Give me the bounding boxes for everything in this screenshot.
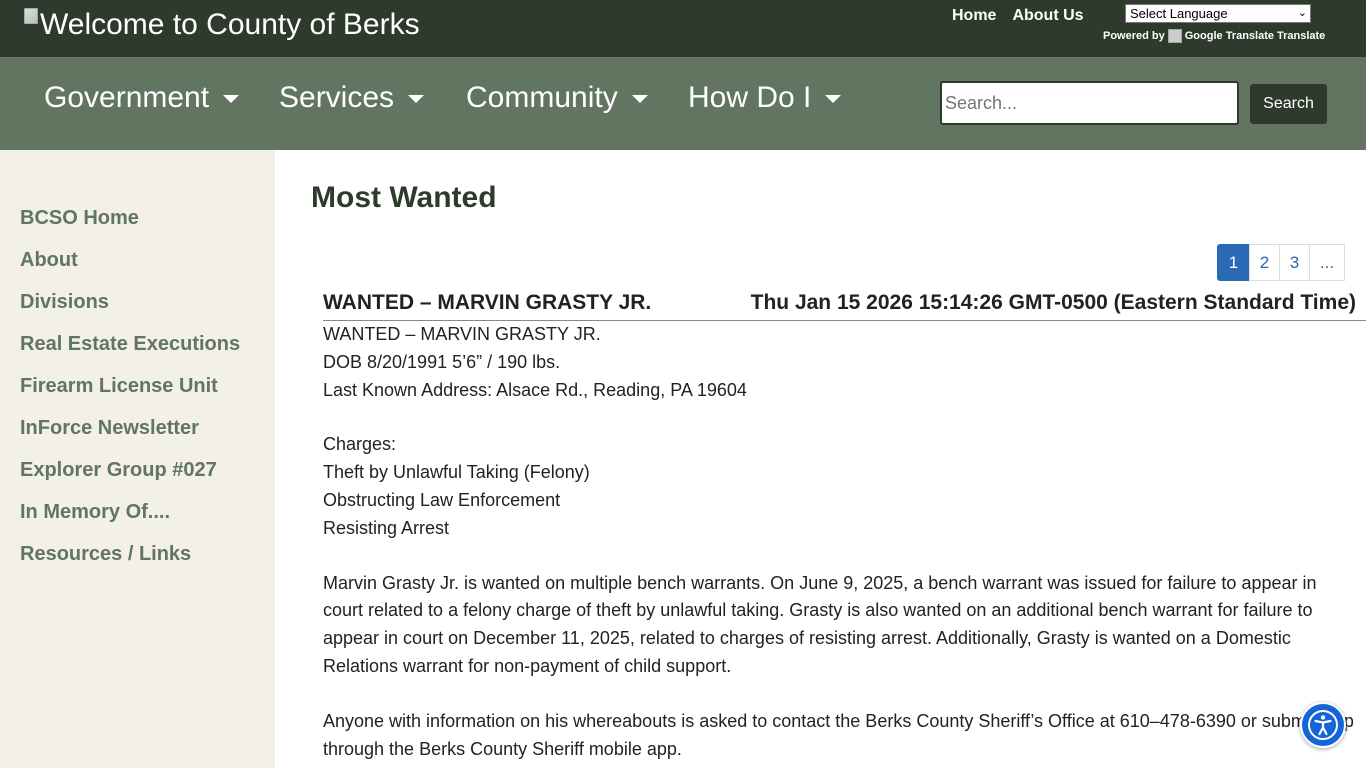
page-2-button[interactable]: 2 bbox=[1249, 244, 1280, 281]
sidebar-item-resources-links[interactable]: Resources / Links bbox=[20, 543, 191, 566]
language-select[interactable]: Select Language ⌄ bbox=[1125, 4, 1311, 23]
nav-how-do-i[interactable]: How Do I bbox=[688, 81, 842, 115]
post-header: WANTED – MARVIN GRASTY JR. Thu Jan 15 20… bbox=[323, 290, 1366, 321]
sidebar-item-bcso-home[interactable]: BCSO Home bbox=[20, 207, 139, 230]
page-more-button[interactable]: ... bbox=[1309, 244, 1345, 281]
google-logo-icon bbox=[1167, 29, 1182, 43]
google-translate-attribution: Powered by Google Translate Translate bbox=[1103, 29, 1325, 43]
nav-government[interactable]: Government bbox=[44, 81, 240, 115]
home-link[interactable]: Home bbox=[952, 7, 996, 25]
accessibility-person-icon bbox=[1308, 710, 1338, 740]
caret-down-icon bbox=[631, 95, 648, 103]
accessibility-button[interactable] bbox=[1300, 702, 1346, 748]
sidebar: BCSO Home About Divisions Real Estate Ex… bbox=[0, 150, 275, 768]
nav-label: Services bbox=[279, 81, 395, 114]
charge-item: Resisting Arrest bbox=[323, 517, 450, 538]
post-paragraph: Marvin Grasty Jr. is wanted on multiple … bbox=[323, 572, 1317, 676]
sidebar-item-firearm-license-unit[interactable]: Firearm License Unit bbox=[20, 375, 218, 398]
page-title: Most Wanted bbox=[311, 181, 497, 214]
sidebar-item-in-memory-of[interactable]: In Memory Of.... bbox=[20, 501, 170, 524]
page-1-button[interactable]: 1 bbox=[1217, 244, 1250, 281]
charge-item: Obstructing Law Enforcement bbox=[323, 489, 561, 510]
sidebar-item-explorer-group[interactable]: Explorer Group #027 bbox=[20, 459, 217, 482]
post-line: Last Known Address: Alsace Rd., Reading,… bbox=[323, 379, 747, 400]
caret-down-icon bbox=[825, 95, 842, 103]
post-title[interactable]: WANTED – MARVIN GRASTY JR. bbox=[323, 291, 651, 315]
sidebar-item-about[interactable]: About bbox=[20, 249, 78, 272]
post-line: DOB 8/20/1991 5’6” / 190 lbs. bbox=[323, 351, 561, 372]
sidebar-item-inforce-newsletter[interactable]: InForce Newsletter bbox=[20, 417, 199, 440]
nav-label: Government bbox=[44, 81, 210, 114]
sidebar-item-divisions[interactable]: Divisions bbox=[20, 291, 109, 314]
language-select-value: Select Language bbox=[1130, 6, 1228, 21]
nav-community[interactable]: Community bbox=[466, 81, 648, 115]
top-bar: Welcome to County of Berks Home About Us… bbox=[0, 0, 1366, 57]
pagination: 1 2 3 ... bbox=[1217, 244, 1345, 281]
powered-by-label: Powered by bbox=[1103, 30, 1165, 42]
nav-label: How Do I bbox=[688, 81, 812, 114]
top-links: Home About Us bbox=[952, 7, 1084, 25]
charge-item: Theft by Unlawful Taking (Felony) bbox=[323, 462, 590, 483]
caret-down-icon bbox=[223, 95, 240, 103]
post-paragraph: Anyone with information on his whereabou… bbox=[323, 710, 1354, 759]
post-line: WANTED – MARVIN GRASTY JR. bbox=[323, 324, 601, 344]
nav-label: Community bbox=[466, 81, 618, 114]
site-logo-alt-text[interactable]: Welcome to County of Berks bbox=[40, 8, 420, 41]
broken-image-icon bbox=[24, 8, 38, 24]
sidebar-item-real-estate-executions[interactable]: Real Estate Executions bbox=[20, 333, 240, 356]
page-3-button[interactable]: 3 bbox=[1279, 244, 1310, 281]
translate-label: Translate bbox=[1277, 30, 1326, 42]
site-logo[interactable]: Welcome to County of Berks bbox=[24, 8, 420, 41]
caret-down-icon bbox=[408, 95, 425, 103]
post-date: Thu Jan 15 2026 15:14:26 GMT-0500 (Easte… bbox=[750, 291, 1356, 314]
about-us-link[interactable]: About Us bbox=[1012, 7, 1083, 25]
post-body: WANTED – MARVIN GRASTY JR. DOB 8/20/1991… bbox=[323, 321, 1358, 768]
nav-services[interactable]: Services bbox=[279, 81, 425, 115]
chevron-down-icon: ⌄ bbox=[1297, 7, 1307, 19]
search-input[interactable] bbox=[940, 81, 1239, 125]
google-translate-alt[interactable]: Google Translate bbox=[1185, 30, 1274, 42]
search-button[interactable]: Search bbox=[1250, 84, 1327, 124]
charges-label: Charges: bbox=[323, 434, 397, 455]
